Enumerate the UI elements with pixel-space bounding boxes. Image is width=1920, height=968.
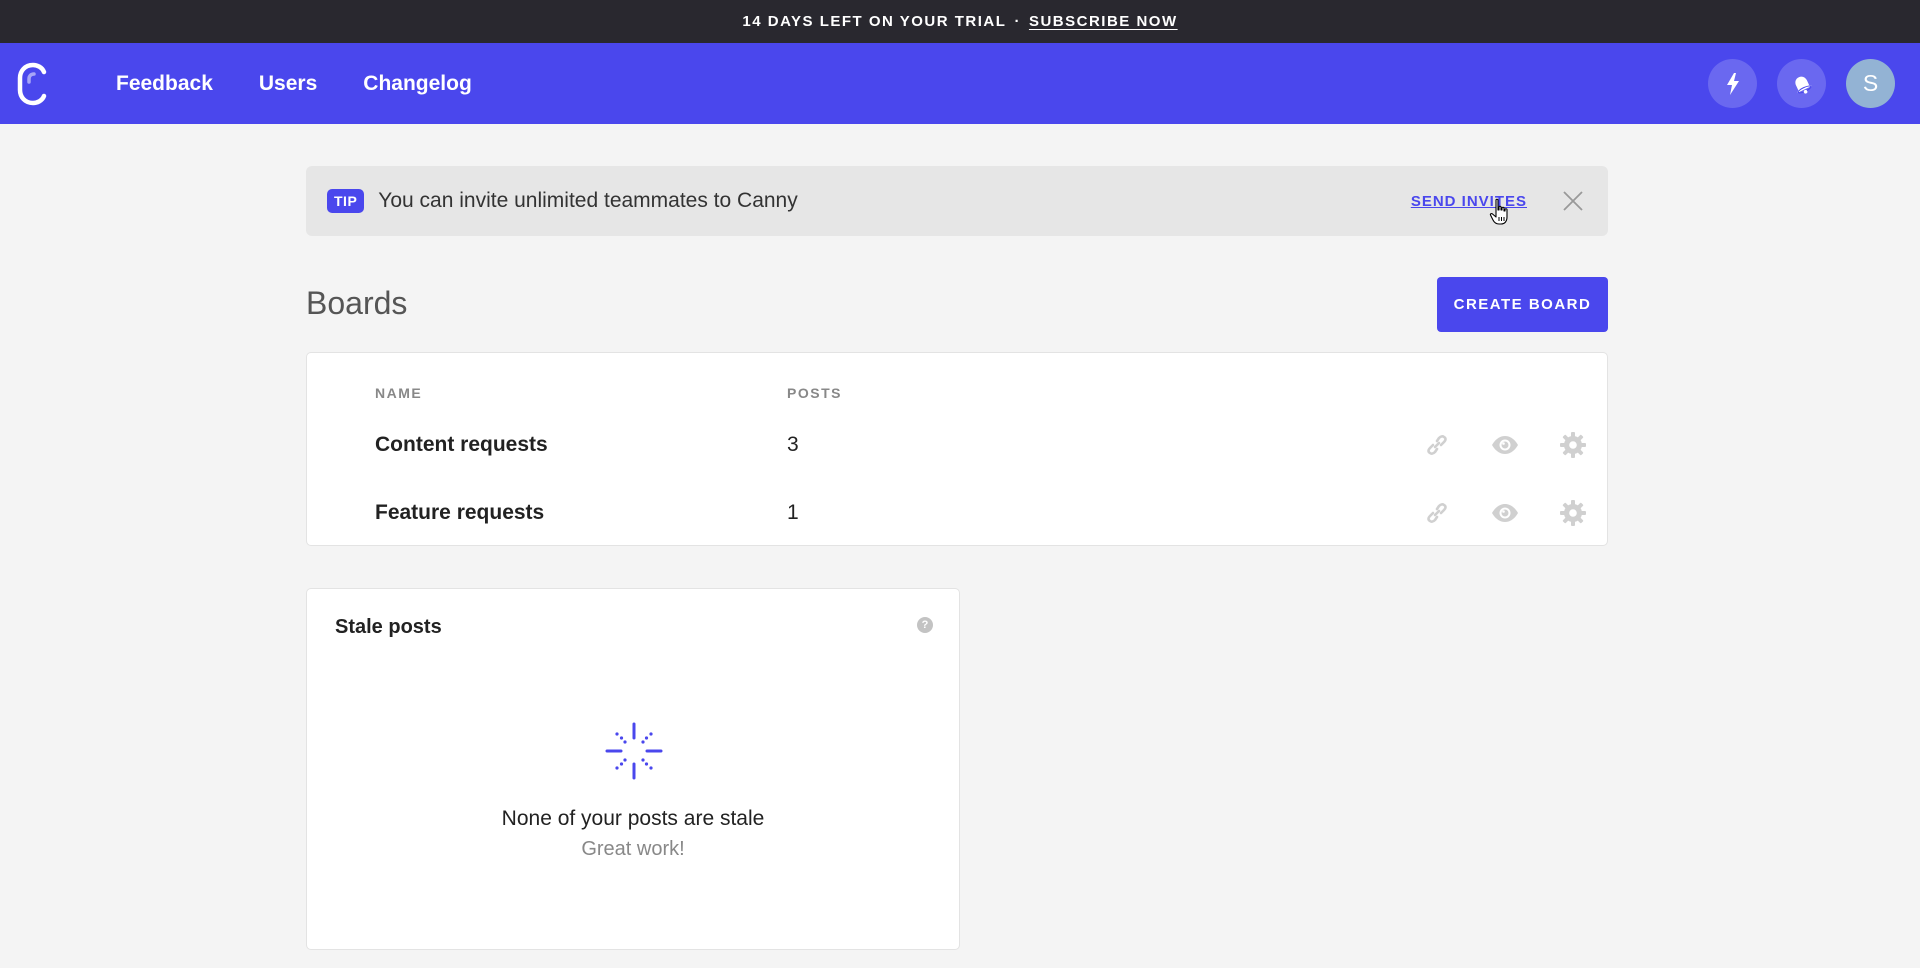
- empty-state-title: None of your posts are stale: [501, 807, 765, 830]
- eye-icon[interactable]: [1490, 430, 1520, 460]
- help-icon[interactable]: ?: [917, 617, 933, 633]
- create-board-button[interactable]: CREATE BOARD: [1437, 277, 1608, 332]
- canny-logo[interactable]: [16, 62, 50, 106]
- sparkle-icon: [605, 722, 663, 780]
- bell-icon: [1794, 76, 1812, 94]
- table-row[interactable]: Content requests 3: [307, 425, 1607, 465]
- nav-link-changelog[interactable]: Changelog: [363, 72, 472, 96]
- stale-posts-card: Stale posts ? None of your posts are sta…: [306, 588, 960, 950]
- lightning-icon: [1726, 72, 1739, 95]
- board-post-count: 1: [787, 501, 799, 524]
- board-name[interactable]: Feature requests: [375, 501, 544, 525]
- column-header-posts: POSTS: [787, 385, 842, 401]
- top-nav: Feedback Users Changelog S: [0, 43, 1920, 124]
- gear-icon[interactable]: [1558, 430, 1588, 460]
- link-icon[interactable]: [1422, 430, 1452, 460]
- tip-badge: TIP: [327, 189, 365, 213]
- tip-text: You can invite unlimited teammates to Ca…: [378, 189, 798, 212]
- link-icon[interactable]: [1422, 498, 1452, 528]
- user-avatar[interactable]: S: [1846, 59, 1895, 108]
- tip-banner: TIP You can invite unlimited teammates t…: [306, 166, 1608, 236]
- notifications-button[interactable]: [1777, 59, 1826, 108]
- trial-separator: ·: [1014, 13, 1021, 30]
- table-row[interactable]: Feature requests 1: [307, 493, 1607, 533]
- empty-state-subtitle: Great work!: [581, 838, 685, 860]
- nav-link-users[interactable]: Users: [259, 72, 317, 96]
- boards-table: NAME POSTS Content requests 3 Feature re…: [306, 352, 1608, 546]
- trial-message: 14 DAYS LEFT ON YOUR TRIAL: [742, 13, 1007, 30]
- gear-icon[interactable]: [1558, 498, 1588, 528]
- column-header-name: NAME: [375, 385, 423, 401]
- trial-banner: 14 DAYS LEFT ON YOUR TRIAL · SUBSCRIBE N…: [0, 0, 1920, 43]
- nav-links: Feedback Users Changelog: [116, 72, 518, 96]
- board-post-count: 3: [787, 433, 799, 456]
- stale-posts-title: Stale posts: [335, 616, 442, 638]
- eye-icon[interactable]: [1490, 498, 1520, 528]
- nav-link-feedback[interactable]: Feedback: [116, 72, 213, 96]
- subscribe-now-link[interactable]: SUBSCRIBE NOW: [1029, 13, 1178, 30]
- send-invites-link[interactable]: SEND INVITES: [1411, 193, 1527, 210]
- nav-right: S: [1688, 59, 1895, 108]
- quick-action-button[interactable]: [1708, 59, 1757, 108]
- page-title: Boards: [306, 285, 408, 321]
- board-name[interactable]: Content requests: [375, 433, 548, 457]
- close-icon[interactable]: [1558, 186, 1588, 216]
